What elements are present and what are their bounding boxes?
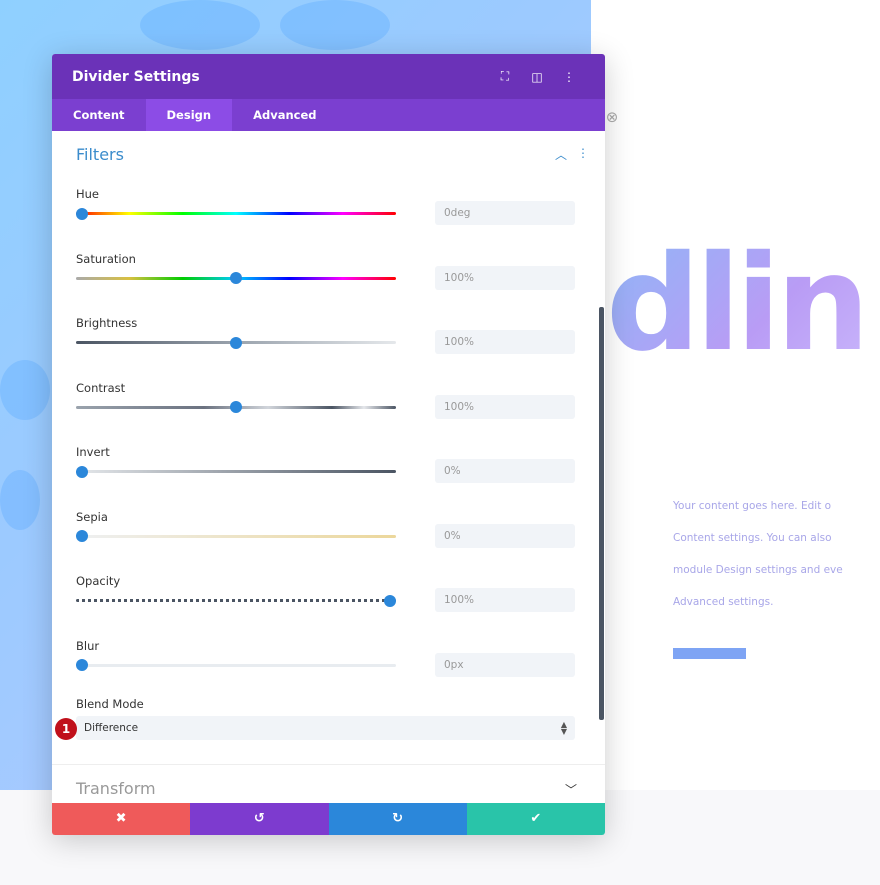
paragraph-line: Advanced settings. [673,596,774,608]
slider-handle[interactable] [76,659,88,671]
filters-section-title[interactable]: Filters [76,145,124,164]
chevron-up-icon[interactable]: ︿ [555,146,567,163]
blend-mode-label: Blend Mode [76,697,144,711]
paragraph-line: module Design settings and eve [673,564,843,576]
filter-slider-saturation[interactable] [76,272,396,284]
filter-label: Saturation [76,251,136,266]
filter-value-input[interactable]: 0px [435,652,575,677]
settings-panel: Divider Settings ⛶ ◫ ⋮ Content Design Ad… [52,54,605,835]
tab-content[interactable]: Content [52,99,146,131]
slider-handle[interactable] [76,530,88,542]
save-button[interactable]: ✔ [466,803,605,835]
filter-value-input[interactable]: 0deg [435,201,575,225]
slider-handle[interactable] [76,207,88,220]
blend-mode-value: Difference [84,722,139,734]
preview-heading: dlin [606,238,876,370]
transform-section-title[interactable]: Transform [76,779,156,798]
filter-slider-opacity[interactable] [76,594,396,607]
slider-handle[interactable] [230,401,242,413]
slider-handle[interactable] [230,272,242,284]
filter-slider-blur[interactable] [76,659,396,671]
more-icon[interactable]: ⋮ [553,70,585,84]
paragraph-line: Your content goes here. Edit o [673,500,832,512]
divider [52,764,605,765]
filter-value-input[interactable]: 100% [435,588,575,612]
panel-title: Divider Settings [72,68,200,85]
filter-label: Invert [76,445,110,459]
undo-button[interactable]: ↺ [190,803,329,835]
filter-slider-sepia[interactable] [76,530,396,542]
filter-label: Blur [76,638,100,653]
filter-value-input[interactable]: 100% [435,265,575,290]
filter-label: Sepia [76,509,108,524]
filter-label: Hue [76,187,100,201]
scrollbar[interactable] [599,307,604,720]
tab-advanced[interactable]: Advanced [232,99,337,131]
select-arrows-icon: ▲ ▼ [560,720,567,736]
filter-label: Opacity [76,574,121,588]
tab-bar: Content Design Advanced [52,99,605,131]
split-view-icon[interactable]: ◫ [521,70,553,84]
panel-header: Divider Settings ⛶ ◫ ⋮ [52,54,605,99]
filter-slider-hue[interactable] [76,207,396,220]
slider-handle[interactable] [76,465,88,478]
focus-icon[interactable]: ⛶ [489,69,521,84]
paragraph-line: Content settings. You can also [673,532,832,544]
filter-slider-contrast[interactable] [76,401,396,413]
step-badge: 1 [55,718,77,740]
filter-value-input[interactable]: 100% [435,394,575,419]
filter-value-input[interactable]: 0% [435,523,575,548]
filter-value-input[interactable]: 100% [435,330,575,354]
filter-slider-invert[interactable] [76,465,396,478]
redo-button[interactable]: ↻ [328,803,467,835]
cancel-button[interactable]: ✖ [52,803,191,835]
filter-label: Brightness [76,316,138,330]
filter-label: Contrast [76,380,126,395]
chevron-down-icon[interactable]: ﹀ [565,781,577,798]
filter-value-input[interactable]: 0% [435,459,575,483]
slider-handle[interactable] [230,336,242,349]
preview-paragraph: Your content goes here. Edit o Content s… [673,490,873,618]
slider-handle[interactable] [384,594,396,607]
tab-design[interactable]: Design [145,99,233,131]
preview-button[interactable] [673,648,746,659]
more-icon[interactable]: ⋮ [577,146,589,163]
blend-mode-select[interactable]: Difference ▲ ▼ [76,716,575,740]
filter-slider-brightness[interactable] [76,336,396,349]
